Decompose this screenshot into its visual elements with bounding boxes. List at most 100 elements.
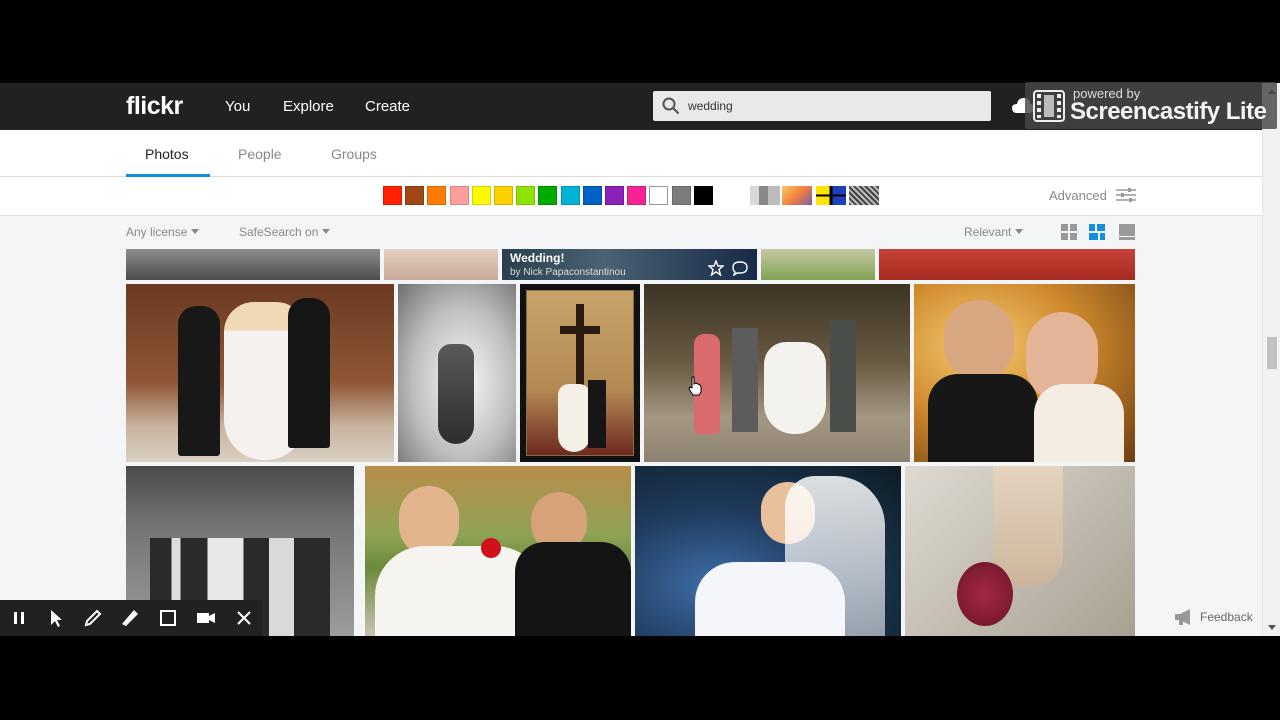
minimalist-filter[interactable] bbox=[816, 186, 846, 205]
color-swatch[interactable] bbox=[560, 186, 580, 205]
photo-author[interactable]: by Nick Papaconstantinou bbox=[510, 267, 626, 278]
photo-subject bbox=[928, 374, 1038, 462]
photo-tile[interactable] bbox=[126, 249, 380, 280]
nav-explore[interactable]: Explore bbox=[283, 98, 334, 115]
color-swatch[interactable] bbox=[582, 186, 602, 205]
scroll-down-icon[interactable] bbox=[1268, 625, 1276, 630]
photo-subject bbox=[764, 342, 826, 434]
hand-cursor-icon bbox=[688, 376, 702, 396]
photo-subject bbox=[695, 562, 845, 636]
photo-subject bbox=[732, 328, 758, 432]
photo-subject bbox=[993, 466, 1063, 586]
feedback-button[interactable]: Feedback bbox=[1174, 609, 1253, 625]
search-tabs: Photos People Groups bbox=[0, 130, 1262, 177]
color-swatch[interactable] bbox=[693, 186, 713, 205]
tab-people[interactable]: People bbox=[238, 146, 282, 162]
photo-tile[interactable] bbox=[905, 466, 1135, 636]
color-swatch[interactable] bbox=[605, 186, 624, 205]
close-icon[interactable] bbox=[234, 608, 254, 628]
safesearch-dropdown[interactable]: SafeSearch on bbox=[239, 225, 331, 239]
photo-tile[interactable] bbox=[398, 284, 516, 462]
black-and-white-filter[interactable] bbox=[750, 186, 780, 205]
photo-tile[interactable] bbox=[365, 466, 631, 636]
search-box[interactable]: wedding bbox=[653, 91, 991, 121]
photo-tile[interactable] bbox=[914, 284, 1135, 462]
red-bouquet bbox=[481, 538, 501, 558]
sliders-icon[interactable] bbox=[1116, 187, 1136, 203]
color-swatch[interactable] bbox=[383, 186, 402, 205]
color-swatch[interactable] bbox=[538, 186, 558, 205]
photo-tile[interactable] bbox=[635, 466, 901, 636]
color-swatch[interactable] bbox=[494, 186, 513, 205]
color-swatch[interactable] bbox=[516, 186, 536, 205]
camera-icon[interactable] bbox=[196, 608, 216, 628]
search-input[interactable]: wedding bbox=[688, 99, 733, 113]
chevron-down-icon bbox=[322, 229, 331, 234]
photo-tile[interactable] bbox=[644, 284, 910, 462]
nav-you[interactable]: You bbox=[225, 98, 250, 115]
screen: flickr You Explore Create wedding Photos… bbox=[0, 0, 1280, 720]
photo-tile[interactable] bbox=[520, 284, 640, 462]
browser-viewport: flickr You Explore Create wedding Photos… bbox=[0, 83, 1280, 636]
photo-subject bbox=[830, 320, 856, 432]
pointer-icon[interactable] bbox=[46, 608, 66, 628]
pause-icon[interactable] bbox=[9, 608, 29, 628]
color-swatch[interactable] bbox=[627, 186, 647, 205]
film-strip-icon bbox=[1033, 90, 1065, 122]
justified-view-icon[interactable] bbox=[1089, 224, 1105, 240]
photo-subject bbox=[588, 380, 606, 448]
page-scrollbar[interactable] bbox=[1262, 83, 1280, 636]
license-dropdown[interactable]: Any license bbox=[126, 225, 200, 239]
photo-tile-hovered[interactable]: Wedding! by Nick Papaconstantinou bbox=[502, 249, 757, 280]
photo-tile[interactable] bbox=[761, 249, 875, 280]
photo-tile[interactable] bbox=[879, 249, 1135, 280]
photo-tile[interactable] bbox=[384, 249, 498, 280]
photo-subject bbox=[944, 300, 1014, 380]
screencastify-watermark: powered by Screencastify Lite bbox=[1025, 82, 1277, 129]
megaphone-icon bbox=[1175, 609, 1190, 625]
highlighter-icon[interactable] bbox=[120, 608, 140, 628]
color-swatch[interactable] bbox=[405, 186, 425, 205]
single-view-icon[interactable] bbox=[1119, 224, 1135, 240]
photo-subject bbox=[1034, 384, 1124, 462]
photo-grid: Wedding! by Nick Papaconstantinou bbox=[0, 249, 1262, 636]
advanced-link[interactable]: Advanced bbox=[1049, 188, 1107, 203]
pen-icon[interactable] bbox=[83, 608, 103, 628]
photo-subject bbox=[558, 384, 590, 452]
star-icon[interactable] bbox=[708, 260, 724, 276]
cross-beam bbox=[560, 326, 600, 334]
grid-view-icon[interactable] bbox=[1061, 224, 1077, 240]
comment-icon[interactable] bbox=[732, 260, 748, 276]
feedback-label: Feedback bbox=[1200, 610, 1253, 624]
color-filter-bar: Advanced bbox=[0, 177, 1262, 216]
color-swatch[interactable] bbox=[449, 186, 469, 205]
search-icon bbox=[662, 97, 680, 115]
photo-bouquet bbox=[957, 562, 1013, 626]
color-swatch[interactable] bbox=[671, 186, 691, 205]
photo-tile[interactable] bbox=[126, 284, 394, 462]
photo-subject bbox=[515, 542, 631, 636]
recording-toolbar bbox=[0, 600, 262, 636]
screencastify-name: Screencastify Lite bbox=[1070, 98, 1267, 125]
scroll-thumb[interactable] bbox=[1267, 337, 1277, 369]
chevron-down-icon bbox=[1015, 229, 1024, 234]
patterns-filter[interactable] bbox=[849, 186, 879, 205]
shallow-depth-filter[interactable] bbox=[782, 186, 812, 205]
photo-title: Wedding! bbox=[510, 251, 565, 265]
sort-label: Relevant bbox=[964, 225, 1012, 239]
photo-subject bbox=[288, 298, 330, 448]
safesearch-label: SafeSearch on bbox=[239, 225, 319, 239]
color-swatch[interactable] bbox=[649, 186, 669, 205]
color-swatch[interactable] bbox=[427, 186, 447, 205]
filter-bar: Any license SafeSearch on Relevant bbox=[0, 216, 1262, 249]
flickr-logo[interactable]: flickr bbox=[126, 92, 183, 121]
rectangle-icon[interactable] bbox=[158, 608, 178, 628]
cross-post bbox=[576, 304, 584, 394]
chevron-down-icon bbox=[191, 229, 200, 234]
photo-subject bbox=[178, 306, 220, 456]
color-swatch[interactable] bbox=[471, 186, 491, 205]
sort-dropdown[interactable]: Relevant bbox=[964, 225, 1024, 239]
nav-create[interactable]: Create bbox=[365, 98, 410, 115]
tab-photos[interactable]: Photos bbox=[145, 146, 189, 162]
tab-groups[interactable]: Groups bbox=[331, 146, 377, 162]
